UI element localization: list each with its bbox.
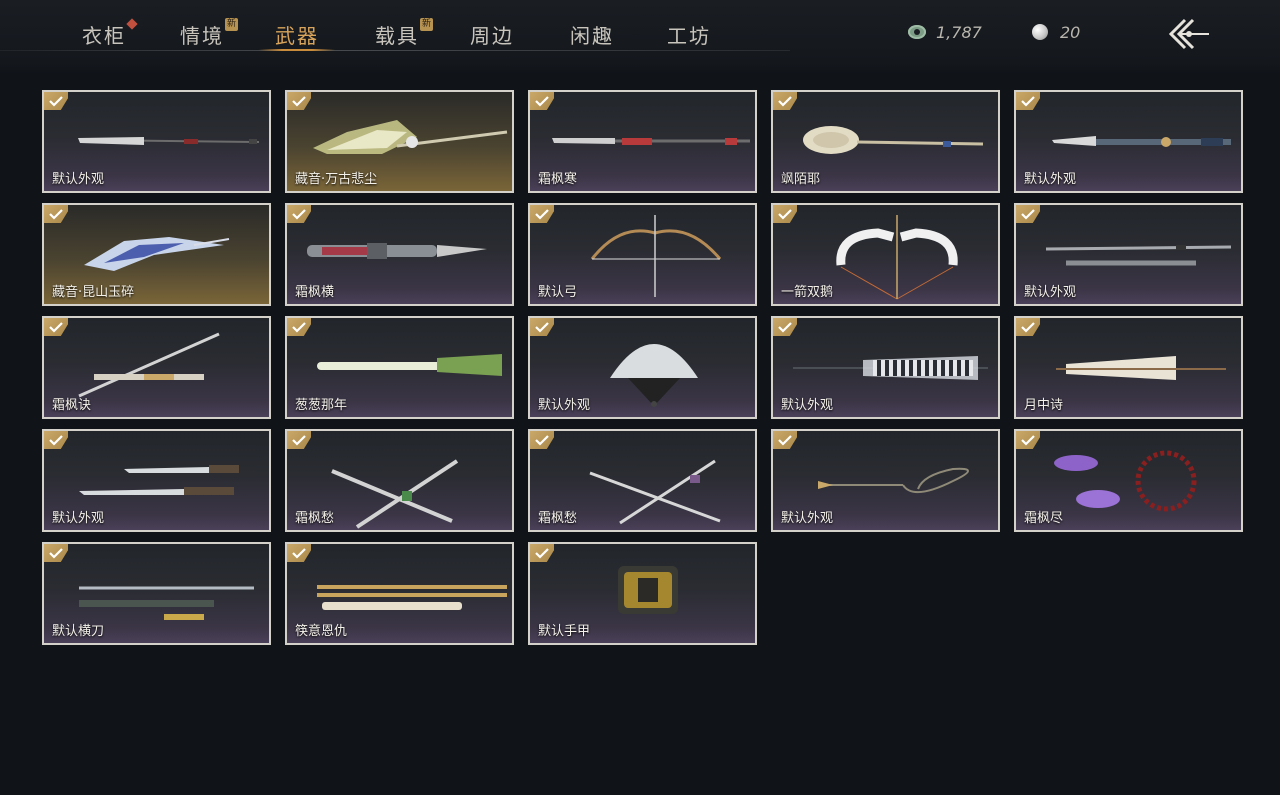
weapon-card[interactable]: 筷意恩仇 <box>285 542 514 645</box>
weapon-card[interactable]: 默认手甲 <box>528 542 757 645</box>
weapon-name: 藏音·万古悲尘 <box>295 172 378 187</box>
tab-label: 情境 <box>180 24 224 48</box>
weapon-name: 霜枫寒 <box>538 172 578 187</box>
weapon-card[interactable]: 霜枫愁 <box>528 429 757 532</box>
weapon-name: 默认手甲 <box>538 624 591 639</box>
weapon-name: 霜枫诀 <box>52 398 92 413</box>
back-button[interactable] <box>1165 16 1211 52</box>
weapon-card[interactable]: 葱葱那年 <box>285 316 514 419</box>
weapon-name: 霜枫愁 <box>295 511 335 526</box>
weapon-card[interactable]: 默认外观 <box>1014 90 1243 193</box>
weapon-name: 飒陌耶 <box>781 172 821 187</box>
weapon-card[interactable]: 月中诗 <box>1014 316 1243 419</box>
new-badge: 新 <box>420 18 433 31</box>
weapon-card[interactable]: 默认外观 <box>528 316 757 419</box>
weapon-card[interactable]: 默认弓 <box>528 203 757 306</box>
pearl-currency: 20 <box>1032 20 1080 44</box>
weapon-name: 默认外观 <box>1024 172 1077 187</box>
jade-currency: 1,787 <box>908 20 982 44</box>
pearl-icon <box>1032 24 1048 40</box>
weapon-name: 一箭双鹅 <box>781 285 834 300</box>
weapon-card[interactable]: 默认外观 <box>42 429 271 532</box>
tab-label: 工坊 <box>667 24 711 48</box>
tab-label: 武器 <box>275 24 319 48</box>
tab-divider-line <box>0 50 790 51</box>
weapon-card[interactable]: 霜枫尽 <box>1014 429 1243 532</box>
weapon-card[interactable]: 飒陌耶 <box>771 90 1000 193</box>
tab-wardrobe[interactable]: 衣柜 <box>82 18 138 50</box>
weapon-name: 藏音·昆山玉碎 <box>52 285 135 300</box>
tab-workshop[interactable]: 工坊 <box>667 20 711 50</box>
weapon-name: 霜枫横 <box>295 285 335 300</box>
weapon-card[interactable]: 一箭双鹅 <box>771 203 1000 306</box>
weapon-card[interactable]: 藏音·昆山玉碎 <box>42 203 271 306</box>
tab-scenario[interactable]: 情境 新 <box>180 18 238 50</box>
weapon-card[interactable]: 默认外观 <box>771 429 1000 532</box>
weapon-card[interactable]: 藏音·万古悲尘 <box>285 90 514 193</box>
tab-label: 闲趣 <box>570 24 614 48</box>
weapon-name: 默认弓 <box>538 285 578 300</box>
weapon-grid: 默认外观 藏音·万古悲尘 霜枫寒 飒陌耶 默认外观 藏音·昆山玉碎 霜枫横 默认弓 一箭双鹅 默认… <box>42 90 1243 645</box>
weapon-name: 默认外观 <box>781 398 834 413</box>
weapon-card[interactable]: 霜枫寒 <box>528 90 757 193</box>
weapon-name: 筷意恩仇 <box>295 624 348 639</box>
active-tab-indicator <box>259 49 335 51</box>
tab-label: 衣柜 <box>82 24 126 48</box>
weapon-name: 默认外观 <box>1024 285 1077 300</box>
pearl-amount: 20 <box>1060 22 1081 42</box>
weapon-name: 月中诗 <box>1024 398 1064 413</box>
weapon-name: 默认横刀 <box>52 624 105 639</box>
weapon-card[interactable]: 默认横刀 <box>42 542 271 645</box>
tab-leisure[interactable]: 闲趣 <box>570 20 614 50</box>
weapon-name: 霜枫愁 <box>538 511 578 526</box>
tab-accessories[interactable]: 周边 <box>470 20 514 50</box>
weapon-name: 葱葱那年 <box>295 398 348 413</box>
weapon-name: 默认外观 <box>538 398 591 413</box>
jade-coin-icon <box>908 25 926 39</box>
weapon-name: 默认外观 <box>52 511 105 526</box>
weapon-name: 默认外观 <box>781 511 834 526</box>
weapon-card[interactable]: 默认外观 <box>42 90 271 193</box>
jade-amount: 1,787 <box>936 22 982 42</box>
weapon-name: 默认外观 <box>52 172 105 187</box>
weapon-card[interactable]: 默认外观 <box>771 316 1000 419</box>
tab-label: 载具 <box>375 24 419 48</box>
weapon-name: 霜枫尽 <box>1024 511 1064 526</box>
weapon-card[interactable]: 霜枫诀 <box>42 316 271 419</box>
new-badge: 新 <box>225 18 238 31</box>
back-arrow-icon <box>1168 18 1209 50</box>
weapon-card[interactable]: 霜枫横 <box>285 203 514 306</box>
weapon-card[interactable]: 默认外观 <box>1014 203 1243 306</box>
tab-vehicles[interactable]: 载具 新 <box>375 18 433 50</box>
tab-weapons[interactable]: 武器 <box>275 20 319 50</box>
weapon-card[interactable]: 霜枫愁 <box>285 429 514 532</box>
tab-label: 周边 <box>470 24 514 48</box>
